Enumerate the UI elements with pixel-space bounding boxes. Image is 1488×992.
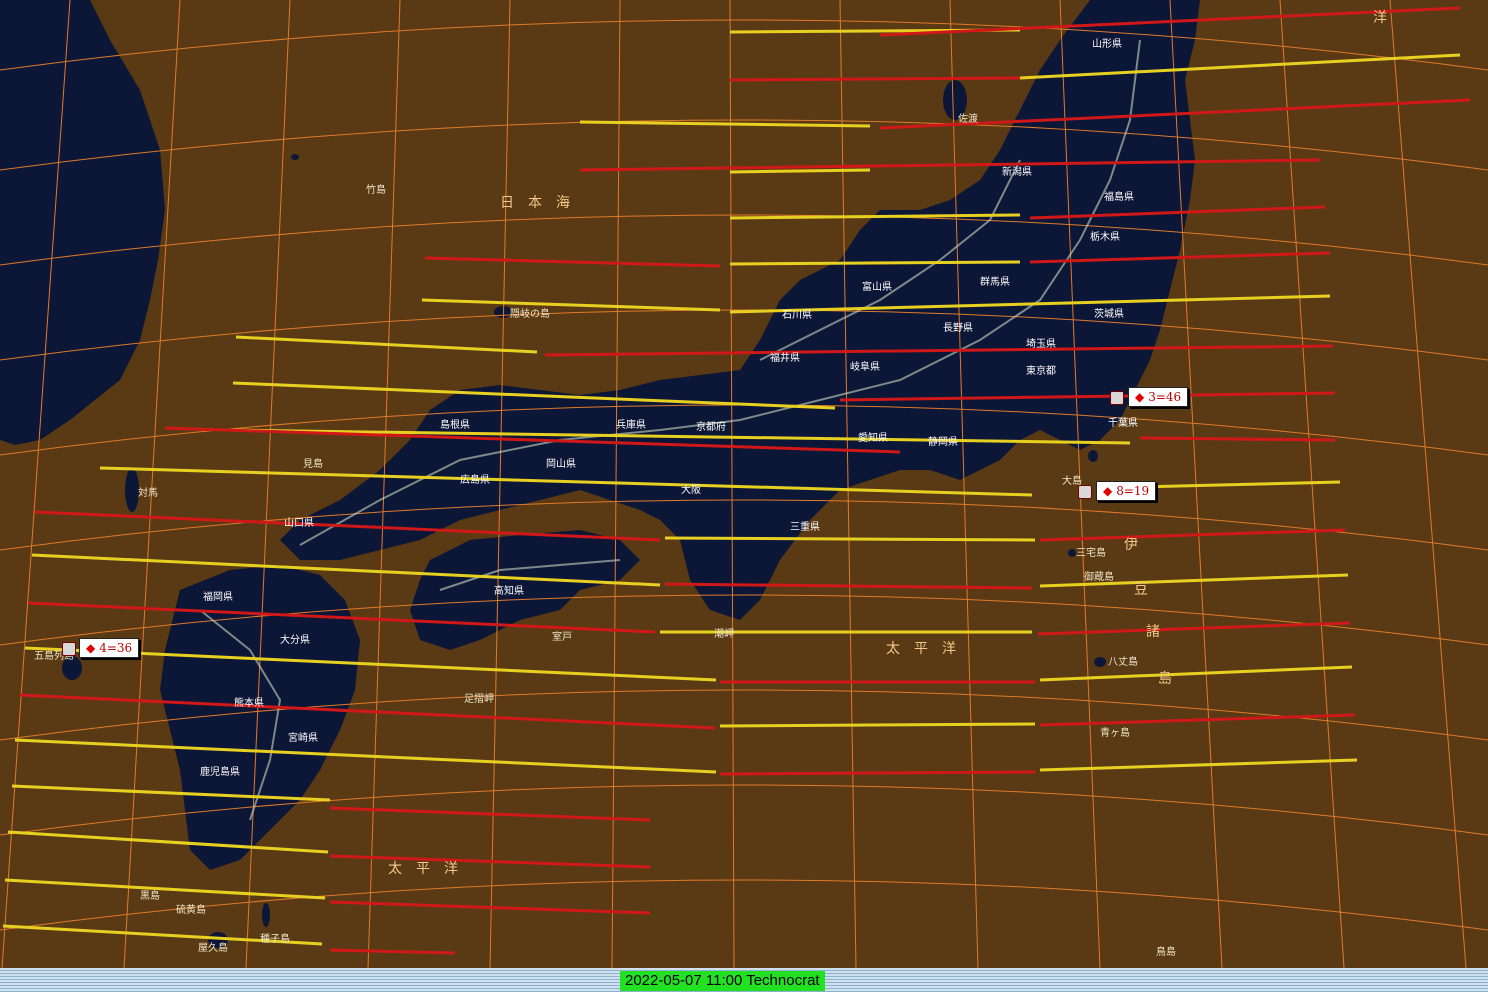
- track-line-yellow: [719, 722, 1036, 728]
- islands-izu-4: 島: [1158, 671, 1172, 687]
- place-iojima: 硫黄島: [176, 903, 206, 916]
- marker-label: 4=36: [99, 641, 133, 655]
- marker-8-19[interactable]: ◆ 8=19: [1096, 481, 1157, 501]
- pref-tokyo: 東京都: [1026, 364, 1056, 377]
- pref-chiba: 千葉県: [1108, 416, 1138, 429]
- land-miyake: [1068, 549, 1076, 557]
- pref-saitama: 埼玉県: [1026, 337, 1056, 350]
- pref-aichi: 愛知県: [858, 431, 888, 444]
- place-torishima: 鳥島: [1156, 945, 1176, 958]
- place-miyake: 三宅島: [1076, 546, 1106, 559]
- place-oki: 隠岐の島: [510, 307, 550, 320]
- track-line-yellow: [729, 168, 871, 174]
- track-line-red: [1139, 436, 1336, 442]
- pref-kochi: 高知県: [494, 584, 524, 597]
- marker-label: 8=19: [1116, 484, 1150, 498]
- place-ashizuri: 足摺岬: [464, 692, 494, 705]
- place-mishima: 見島: [303, 457, 323, 470]
- diamond-icon: ◆: [1135, 390, 1145, 404]
- sea-japan: 日 本 海: [500, 195, 570, 211]
- track-line-yellow: [664, 536, 1036, 542]
- pref-shimane: 島根県: [440, 418, 470, 431]
- marker-4-36[interactable]: ◆ 4=36: [79, 638, 140, 658]
- place-muroto: 室戸: [552, 630, 572, 643]
- land-tsushima: [125, 468, 139, 512]
- pref-mie: 三重県: [790, 520, 820, 533]
- islands-izu-1: 伊: [1124, 537, 1138, 553]
- place-takeshima: 竹島: [366, 183, 386, 196]
- place-aogashima: 青ヶ島: [1100, 726, 1130, 739]
- place-yakushima: 屋久島: [198, 941, 228, 954]
- pref-osaka: 大阪: [681, 483, 701, 496]
- pref-yamaguchi: 山口県: [284, 517, 314, 529]
- pref-yamagata: 山形県: [1092, 38, 1122, 50]
- map-view[interactable]: 日 本 海 太 平 洋 太 平 洋 洋 伊 豆 諸 島 竹島 隠岐の島 対馬 五…: [0, 0, 1488, 968]
- islands-izu-2: 豆: [1134, 582, 1148, 598]
- place-kuroshima: 黒島: [140, 889, 160, 902]
- sea-pacific-ne: 洋: [1373, 10, 1387, 26]
- pref-gunma: 群馬県: [980, 275, 1010, 288]
- pref-kumamoto: 熊本県: [234, 696, 264, 709]
- pref-ishikawa: 石川県: [782, 309, 812, 321]
- islands-izu-3: 諸: [1146, 624, 1160, 640]
- place-sado: 佐渡: [958, 112, 978, 125]
- sea-pacific-center: 太 平 洋: [886, 641, 956, 657]
- track-line-red: [729, 76, 1021, 82]
- pref-fukuoka: 福岡県: [203, 590, 233, 603]
- pref-kyoto: 京都府: [696, 420, 726, 433]
- marker-icon-3-46[interactable]: [1110, 391, 1124, 405]
- pref-ibaraki: 茨城県: [1094, 307, 1124, 320]
- pref-tochigi: 栃木県: [1090, 230, 1120, 243]
- marker-icon-8-19[interactable]: [1078, 485, 1092, 499]
- place-shiono: 潮岬: [714, 627, 734, 640]
- status-timestamp: 2022-05-07 11:00 Technocrat: [620, 971, 825, 991]
- land-takeshima-dot: [291, 154, 299, 160]
- land-hachijo: [1094, 657, 1106, 667]
- place-mikura: 御蔵島: [1084, 570, 1114, 583]
- pref-oita: 大分県: [280, 633, 310, 646]
- diamond-icon: ◆: [86, 641, 96, 655]
- land-izu-oshima: [1088, 450, 1098, 462]
- pref-niigata: 新潟県: [1002, 165, 1032, 178]
- pref-hyogo: 兵庫県: [616, 418, 646, 431]
- place-hachijo: 八丈島: [1108, 655, 1138, 668]
- pref-fukui: 福井県: [770, 351, 800, 364]
- sea-pacific-south: 太 平 洋: [388, 861, 458, 877]
- pref-gifu: 岐阜県: [850, 360, 880, 373]
- pref-miyazaki: 宮崎県: [288, 731, 318, 744]
- pref-shizuoka: 静岡県: [928, 435, 958, 448]
- marker-label: 3=46: [1148, 390, 1182, 404]
- pref-hiroshima: 広島県: [460, 473, 490, 486]
- pref-nagano: 長野県: [943, 322, 973, 334]
- place-tanegashima: 種子島: [260, 932, 290, 945]
- pref-okayama: 岡山県: [546, 458, 576, 470]
- map-canvas[interactable]: 日 本 海 太 平 洋 太 平 洋 洋 伊 豆 諸 島 竹島 隠岐の島 対馬 五…: [0, 0, 1488, 968]
- pref-kagoshima: 鹿児島県: [200, 765, 240, 778]
- pref-fukushima: 福島県: [1104, 190, 1134, 203]
- track-line-yellow: [729, 260, 1021, 266]
- place-tsushima: 対馬: [138, 486, 158, 499]
- diamond-icon: ◆: [1103, 484, 1113, 498]
- marker-3-46[interactable]: ◆ 3=46: [1128, 387, 1189, 407]
- pref-toyama: 富山県: [862, 280, 892, 293]
- track-line-red: [719, 770, 1036, 776]
- land-tanegashima: [262, 903, 270, 927]
- marker-icon-4-36[interactable]: [62, 642, 76, 656]
